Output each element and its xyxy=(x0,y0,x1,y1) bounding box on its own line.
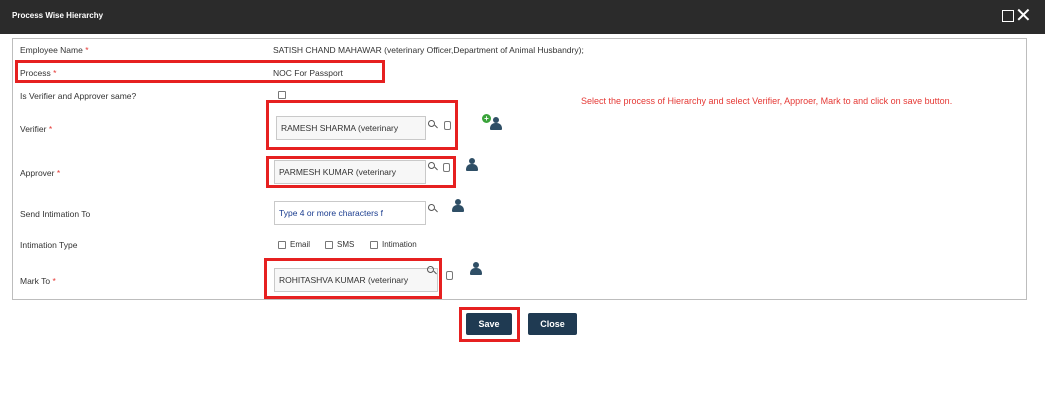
intimation-intimation-label: Intimation xyxy=(382,240,417,249)
mark-to-clear-icon[interactable] xyxy=(446,271,453,280)
approver-user-lookup-icon[interactable] xyxy=(466,158,478,171)
intimation-email-checkbox[interactable] xyxy=(278,241,286,249)
verifier-user-lookup-icon[interactable] xyxy=(490,117,502,130)
close-button[interactable]: Close xyxy=(528,313,577,335)
send-intimation-input[interactable]: Type 4 or more characters f xyxy=(274,201,426,225)
verifier-label: Verifier * xyxy=(20,124,53,134)
intimation-intimation-checkbox[interactable] xyxy=(370,241,378,249)
intimation-type-label: Intimation Type xyxy=(20,240,78,250)
dialog-title: Process Wise Hierarchy xyxy=(12,11,104,20)
mark-to-input[interactable]: ROHITASHVA KUMAR (veterinary xyxy=(274,268,438,292)
process-value[interactable]: NOC For Passport xyxy=(273,68,343,78)
verifier-input[interactable]: RAMESH SHARMA (veterinary xyxy=(276,116,426,140)
intimation-sms-label: SMS xyxy=(337,240,355,249)
save-button[interactable]: Save xyxy=(466,313,512,335)
approver-label: Approver * xyxy=(20,168,61,178)
intimation-sms-checkbox[interactable] xyxy=(325,241,333,249)
send-intimation-user-lookup-icon[interactable] xyxy=(452,199,464,212)
process-label: Process * xyxy=(20,68,57,78)
approver-clear-icon[interactable] xyxy=(443,163,450,172)
intimation-email-label: Email xyxy=(290,240,311,249)
verifier-search-icon[interactable] xyxy=(428,120,438,130)
approver-search-icon[interactable] xyxy=(428,162,438,172)
employee-name-value: SATISH CHAND MAHAWAR (veterinary Officer… xyxy=(273,45,584,55)
mark-to-search-icon[interactable] xyxy=(427,266,437,276)
send-intimation-label: Send Intimation To xyxy=(20,209,91,219)
employee-name-label: Employee Name * xyxy=(20,45,89,55)
approver-input[interactable]: PARMESH KUMAR (veterinary xyxy=(274,160,426,184)
close-icon[interactable]: ✕ xyxy=(1015,4,1032,26)
verifier-approver-same-checkbox[interactable] xyxy=(278,91,286,99)
verifier-approver-same-label: Is Verifier and Approver same? xyxy=(20,91,137,101)
mark-to-user-lookup-icon[interactable] xyxy=(470,262,482,275)
mark-to-label: Mark To * xyxy=(20,276,56,286)
maximize-icon[interactable] xyxy=(1002,10,1014,22)
instruction-note: Select the process of Hierarchy and sele… xyxy=(581,96,953,106)
dialog-title-bar: Process Wise Hierarchy ✕ xyxy=(0,0,1045,34)
verifier-clear-icon[interactable] xyxy=(444,121,451,130)
send-intimation-search-icon[interactable] xyxy=(428,204,438,214)
